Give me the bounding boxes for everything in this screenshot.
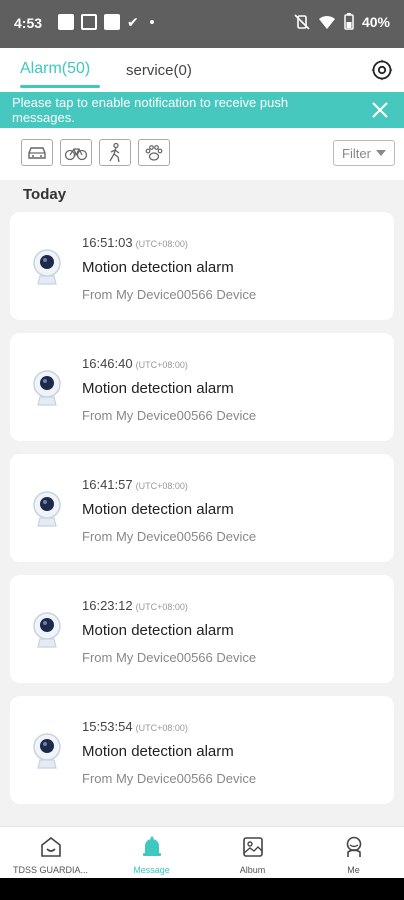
filter-pet-button[interactable] [138,139,170,166]
camera-icon [33,370,61,406]
person-icon [346,836,361,857]
alarm-source: From My Device00566 Device [82,408,257,423]
home-icon [40,836,61,857]
pet-paw-icon [145,144,163,161]
alarm-list: 16:51:03 (UTC+08:00) Motion detection ala… [10,212,394,817]
battery-percent: 40% [361,13,390,30]
vibrate-off-icon [294,13,310,30]
camera-icon [33,491,61,527]
close-icon[interactable] [370,100,390,120]
nav-me[interactable]: Me [303,827,404,878]
filter-car-button[interactable] [21,139,53,166]
bell-icon [142,836,161,856]
settings-gear-icon[interactable] [370,58,394,82]
app-icon [104,14,120,30]
alarm-time-value: 15:53:54 [82,719,133,734]
alarm-title: Motion detection alarm [82,380,234,397]
alarm-time: 15:53:54 (UTC+08:00) [82,719,188,734]
newspaper-icon [81,14,97,30]
alarm-timezone: (UTC+08:00) [135,360,188,370]
notification-icons: ✔ [58,14,154,30]
filter-person-button[interactable] [99,139,131,166]
notification-text[interactable]: Please tap to enable notification to rec… [12,95,352,125]
alarm-item[interactable]: 16:41:57 (UTC+08:00) Motion detection ala… [10,454,394,562]
alarm-time-value: 16:46:40 [82,356,133,371]
filter-dropdown[interactable]: Filter [333,140,395,166]
alarm-source: From My Device00566 Device [82,650,257,665]
nav-message-label: Message [133,865,170,875]
alarm-title: Motion detection alarm [82,622,234,639]
status-time: 4:53 [14,15,43,31]
chevron-down-icon [375,150,386,156]
alarm-item[interactable]: 16:46:40 (UTC+08:00) Motion detection ala… [10,333,394,441]
alarm-time: 16:46:40 (UTC+08:00) [82,356,188,371]
tab-active-indicator [20,85,100,88]
nav-message[interactable]: Message [101,827,202,878]
alarm-time-value: 16:41:57 [82,477,133,492]
person-walking-icon [109,142,120,162]
check-icon: ✔ [127,14,139,30]
alarm-source: From My Device00566 Device [82,529,257,544]
notification-banner[interactable]: Please tap to enable notification to rec… [0,92,404,128]
alarm-item[interactable]: 16:23:12 (UTC+08:00) Motion detection ala… [10,575,394,683]
camera-icon [33,249,61,285]
camera-icon [33,612,61,648]
alarm-title: Motion detection alarm [82,743,234,760]
battery-icon [344,13,354,30]
status-bar: 4:53 ✔ 40% [0,0,404,48]
wifi-icon [318,15,335,29]
header-tabs: Alarm(50) service(0) [0,48,404,92]
nav-home-label: TDSS GUARDIA... [12,865,88,875]
alarm-time: 16:23:12 (UTC+08:00) [82,598,188,613]
tab-service[interactable]: service(0) [126,62,192,79]
alarm-time-value: 16:51:03 [82,235,133,250]
nav-album-label: Album [239,865,266,875]
alarm-item[interactable]: 16:51:03 (UTC+08:00) Motion detection ala… [10,212,394,320]
system-gesture-bar [0,878,404,900]
filter-label: Filter [342,145,371,161]
tab-alarm[interactable]: Alarm(50) [20,60,90,78]
bicycle-icon [64,147,88,160]
nav-album[interactable]: Album [202,827,303,878]
dot-icon [149,20,154,24]
alarm-timezone: (UTC+08:00) [135,602,188,612]
alarm-time: 16:51:03 (UTC+08:00) [82,235,188,250]
alarm-timezone: (UTC+08:00) [135,481,188,491]
alarm-source: From My Device00566 Device [82,771,257,786]
filter-bicycle-button[interactable] [60,139,92,166]
alarm-title: Motion detection alarm [82,259,234,276]
alarm-item[interactable]: 15:53:54 (UTC+08:00) Motion detection ala… [10,696,394,804]
alarm-timezone: (UTC+08:00) [135,239,188,249]
camera-icon [33,733,61,769]
alarm-timezone: (UTC+08:00) [135,723,188,733]
filter-bar: Filter [0,128,404,180]
bottom-nav: TDSS GUARDIA... Message Album Me [0,826,404,878]
nav-home[interactable]: TDSS GUARDIA... [0,827,101,878]
system-icons: 40% [294,13,390,30]
car-icon [28,146,46,159]
alarm-time: 16:41:57 (UTC+08:00) [82,477,188,492]
alarm-time-value: 16:23:12 [82,598,133,613]
alarm-title: Motion detection alarm [82,501,234,518]
nav-me-label: Me [347,865,360,875]
section-title-today: Today [23,186,67,203]
image-icon [58,14,74,30]
alarm-source: From My Device00566 Device [82,287,257,302]
picture-icon [242,837,263,857]
